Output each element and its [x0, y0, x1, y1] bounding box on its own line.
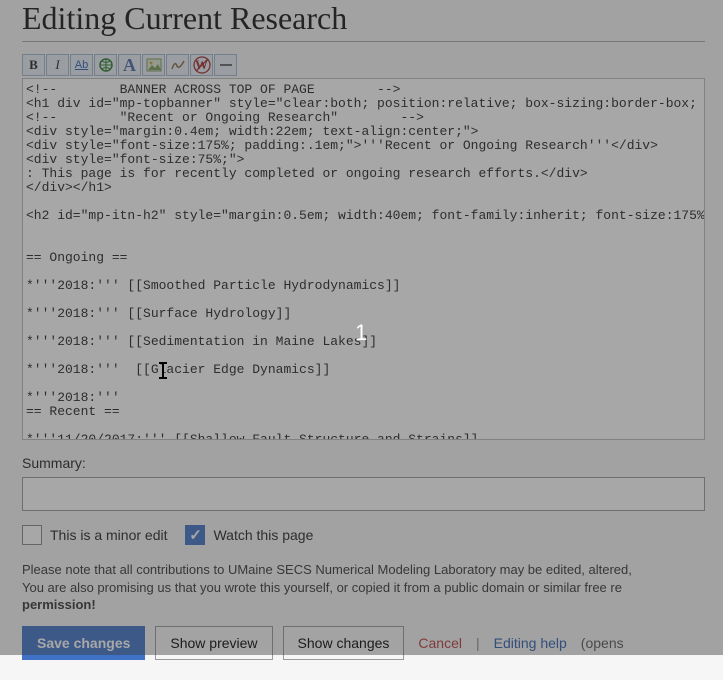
- link-icon: Ab: [75, 59, 88, 71]
- wikitext-editor[interactable]: [22, 78, 705, 440]
- edit-notice: Please note that all contributions to UM…: [22, 561, 705, 614]
- text-cursor-icon: [159, 362, 167, 379]
- hr-icon: [218, 58, 234, 72]
- headline-button[interactable]: A: [118, 54, 141, 76]
- checkbox-icon: [22, 525, 42, 545]
- minor-edit-checkbox[interactable]: This is a minor edit: [22, 525, 167, 545]
- help-opens-text: (opens: [581, 635, 624, 651]
- minor-edit-label: This is a minor edit: [50, 527, 167, 543]
- nowiki-button[interactable]: W: [190, 54, 213, 76]
- cancel-link[interactable]: Cancel: [414, 635, 466, 651]
- checkbox-checked-icon: [185, 525, 205, 545]
- editing-help-link[interactable]: Editing help: [490, 635, 571, 651]
- overlay-number: 1: [355, 320, 367, 346]
- image-icon: [146, 58, 162, 72]
- signature-button[interactable]: [166, 54, 189, 76]
- watch-page-label: Watch this page: [213, 527, 313, 543]
- separator: |: [476, 635, 480, 651]
- signature-icon: [170, 58, 186, 72]
- strike-icon: [192, 55, 212, 75]
- edit-toolbar: B I Ab A W: [22, 54, 705, 76]
- globe-icon: [98, 57, 114, 73]
- embedded-file-button[interactable]: [142, 54, 165, 76]
- italic-icon: I: [55, 57, 59, 73]
- internal-link-button[interactable]: Ab: [70, 54, 93, 76]
- bold-icon: B: [29, 57, 38, 73]
- watch-page-checkbox[interactable]: Watch this page: [185, 525, 313, 545]
- headline-icon: A: [123, 55, 136, 76]
- horizontal-line-button[interactable]: [214, 54, 237, 76]
- page-title: Editing Current Research: [22, 0, 705, 42]
- external-link-button[interactable]: [94, 54, 117, 76]
- summary-label: Summary:: [22, 455, 705, 471]
- summary-input[interactable]: [22, 477, 705, 511]
- bold-button[interactable]: B: [22, 54, 45, 76]
- italic-button[interactable]: I: [46, 54, 69, 76]
